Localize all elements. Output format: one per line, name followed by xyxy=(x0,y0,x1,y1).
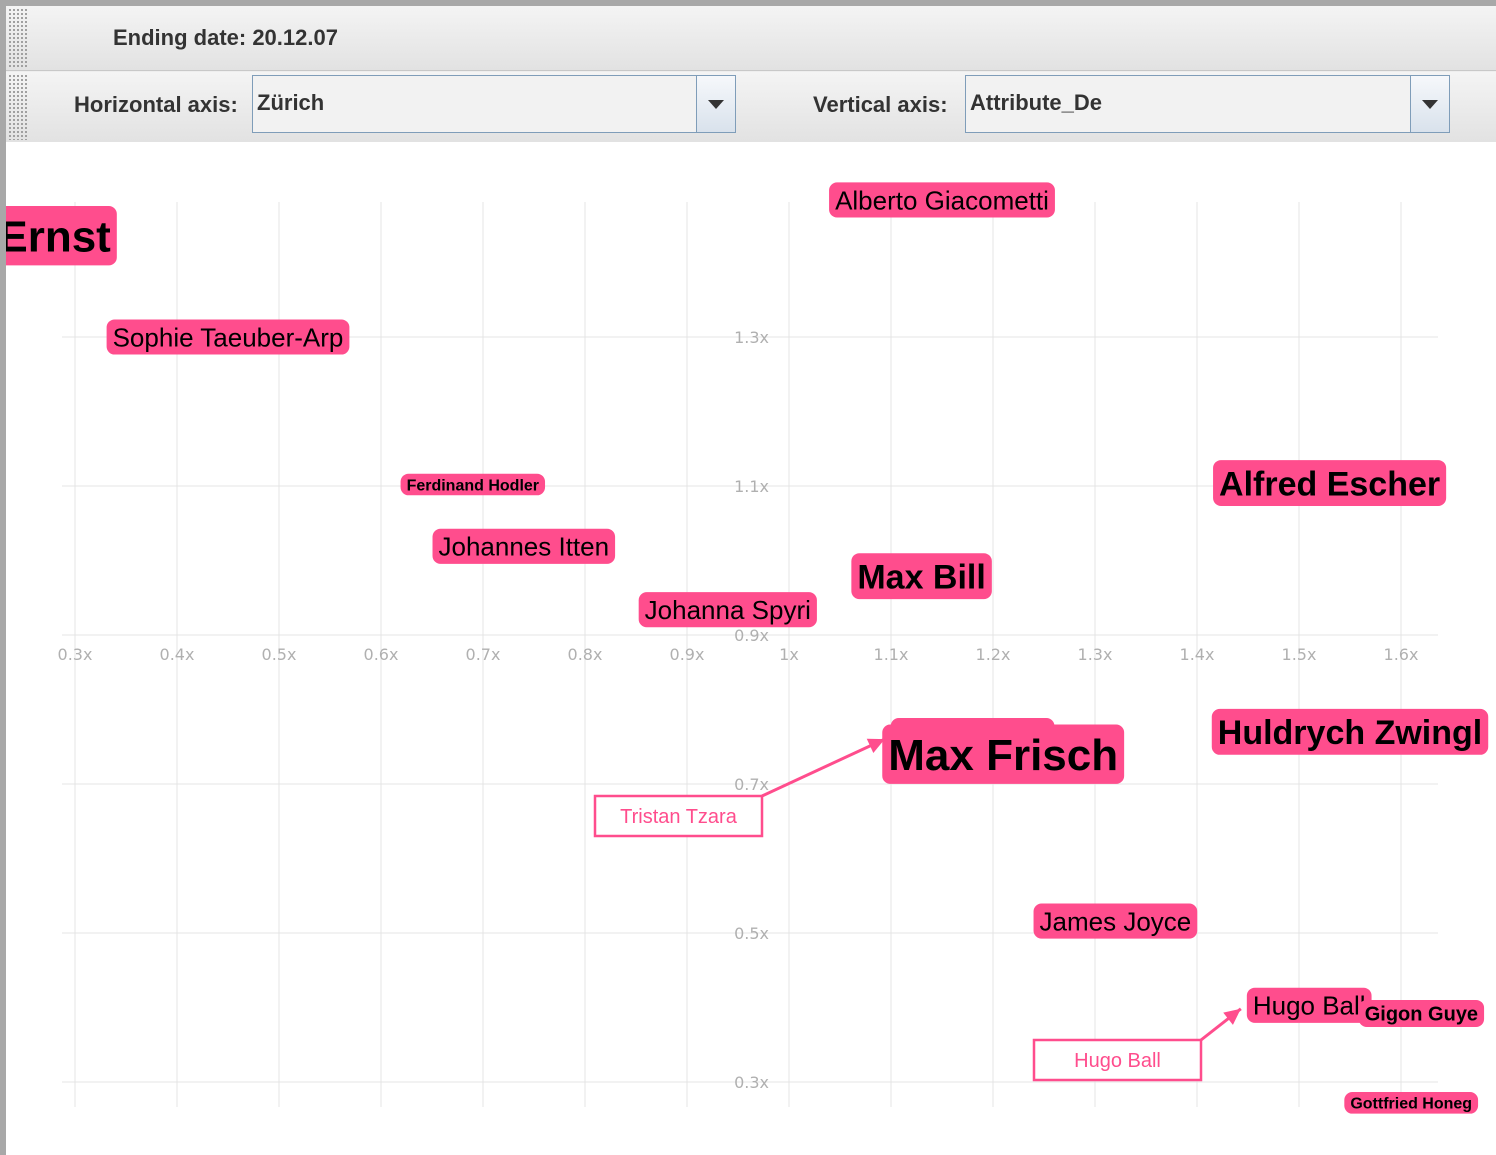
person-tag[interactable]: Ferdinand Hodler xyxy=(400,473,546,496)
x-tick-label: 0.9x xyxy=(670,645,705,664)
callout: Hugo Ball xyxy=(1032,1007,1242,1082)
horizontal-axis-dropdown-button[interactable] xyxy=(696,76,735,132)
person-tag-label: Sophie Taeuber-Arp xyxy=(113,322,344,352)
person-tag-label: Alfred Escher xyxy=(1219,465,1440,503)
callout-label: Hugo Ball xyxy=(1074,1050,1161,1072)
person-tag-label: Alberto Giacometti xyxy=(835,185,1049,215)
x-tick-label: 0.6x xyxy=(364,645,399,664)
y-tick-label: 0.3x xyxy=(734,1073,769,1092)
vertical-axis-value: Attribute_De xyxy=(970,90,1103,115)
person-tag-label: James Joyce xyxy=(1040,906,1192,936)
x-tick-label: 1.5x xyxy=(1282,645,1317,664)
drag-handle-icon[interactable] xyxy=(8,8,28,68)
callout-arrow xyxy=(761,737,886,798)
person-tag[interactable]: Alfred Escher xyxy=(1213,460,1447,506)
person-tag[interactable]: Hugo Ball xyxy=(1246,987,1372,1023)
x-tick-label: 0.8x xyxy=(568,645,603,664)
x-tick-label: 0.5x xyxy=(262,645,297,664)
x-tick-label: 1.2x xyxy=(976,645,1011,664)
chevron-down-icon xyxy=(1422,100,1438,109)
y-tick-label: 1.1x xyxy=(734,477,769,496)
person-tag[interactable]: Gigon Guye xyxy=(1358,999,1485,1027)
person-tag[interactable]: Max Bill xyxy=(851,553,992,600)
person-tag-label: Hugo Ball xyxy=(1253,991,1366,1021)
person-tag[interactable]: Max Frisch xyxy=(882,724,1125,784)
app-window: Ending date: 20.12.07 Horizontal axis: Z… xyxy=(6,6,1496,1155)
person-tag-label: Max Bill xyxy=(857,558,985,596)
drag-handle-icon[interactable] xyxy=(8,74,28,140)
person-tag-label: Johanna Spyri xyxy=(645,595,811,625)
y-tick-label: 1.3x xyxy=(734,328,769,347)
scatter-chart: 0.3x 0.4x 0.5x 0.6x 0.7x 0.8x 0.9x 1x 1.1x 1.2x 1.… xyxy=(6,182,1489,1114)
scatter-plot-area[interactable]: 0.3x 0.4x 0.5x 0.6x 0.7x 0.8x 0.9x 1x 1.1x 1.2x 1.… xyxy=(6,142,1496,1155)
person-tag[interactable]: Alberto Giacometti xyxy=(829,182,1055,218)
vertical-axis-label: Vertical axis: xyxy=(813,92,948,117)
x-tick-label: 0.3x xyxy=(58,645,93,664)
x-tick-label: 0.4x xyxy=(160,645,195,664)
vertical-axis-dropdown-button[interactable] xyxy=(1410,76,1449,132)
callout-label: Tristan Tzara xyxy=(620,806,738,828)
person-tag-label: Gottfried Honeg xyxy=(1350,1096,1472,1113)
horizontal-axis-label: Horizontal axis: xyxy=(74,92,238,117)
x-tick-label: 0.7x xyxy=(466,645,501,664)
x-tick-label: 1.3x xyxy=(1078,645,1113,664)
y-tick-label: 0.7x xyxy=(734,775,769,794)
chevron-down-icon xyxy=(708,100,724,109)
date-toolbar: Ending date: 20.12.07 xyxy=(6,6,1496,71)
x-tick-label: 1.4x xyxy=(1180,645,1215,664)
x-tick-label: 1.1x xyxy=(874,645,909,664)
arrowhead-icon xyxy=(1223,1008,1241,1025)
person-tag[interactable]: Gottfried Honeg xyxy=(1344,1092,1479,1114)
ending-date-label: Ending date: 20.12.07 xyxy=(113,25,338,50)
horizontal-axis-select[interactable]: Zürich xyxy=(252,75,736,133)
person-tag[interactable]: Johannes Itten xyxy=(432,528,616,564)
x-tick-label: 1x xyxy=(779,645,799,664)
person-tag-label: Ferdinand Hodler xyxy=(407,477,539,494)
vertical-axis-select[interactable]: Attribute_De xyxy=(965,75,1450,133)
person-tag-label: Max Frisch xyxy=(888,731,1118,780)
person-tag-label: Huldrych Zwingl xyxy=(1218,714,1482,752)
person-tag[interactable]: Johanna Spyri xyxy=(638,592,817,628)
person-tag[interactable]: ax Ernst xyxy=(6,205,117,266)
person-tag[interactable]: Sophie Taeuber-Arp xyxy=(106,319,350,355)
axis-toolbar: Horizontal axis: Zürich Vertical axis: A… xyxy=(6,72,1496,143)
person-tag-label: ax Ernst xyxy=(6,213,111,262)
person-tag-label: Johannes Itten xyxy=(439,532,610,562)
y-tick-label: 0.5x xyxy=(734,924,769,943)
y-tick-label: 0.9x xyxy=(734,626,769,645)
person-tag[interactable]: Huldrych Zwingl xyxy=(1211,708,1489,755)
person-tag-label: Gigon Guye xyxy=(1365,1004,1478,1026)
horizontal-axis-value: Zürich xyxy=(257,90,325,115)
person-tag[interactable]: James Joyce xyxy=(1033,903,1198,939)
x-tick-label: 1.6x xyxy=(1384,645,1419,664)
